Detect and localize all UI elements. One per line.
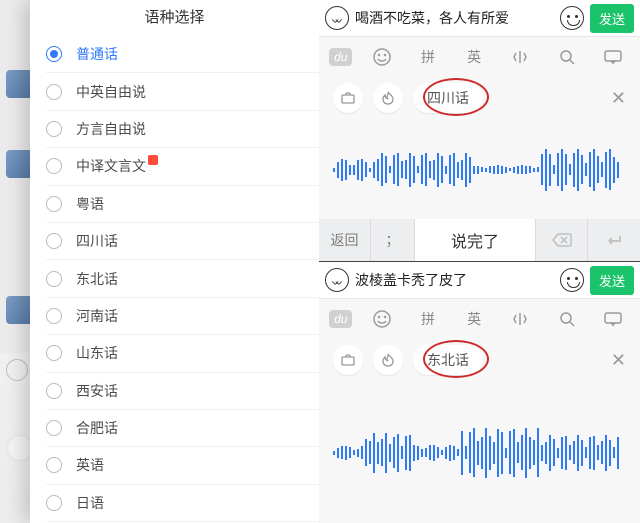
briefcase-chip-icon[interactable]	[333, 83, 363, 113]
radio-icon	[46, 271, 62, 287]
emoji-icon[interactable]	[560, 268, 584, 292]
radio-icon	[46, 495, 62, 511]
language-option-label: 东北话	[76, 269, 118, 289]
cursor-key-icon[interactable]	[503, 309, 537, 329]
language-option[interactable]: 日语	[46, 485, 319, 522]
radio-icon	[46, 308, 62, 324]
backspace-key-icon[interactable]	[536, 219, 588, 261]
new-badge-icon	[148, 155, 158, 165]
radio-icon	[46, 345, 62, 361]
language-option[interactable]: 河南话	[46, 298, 319, 335]
text-input[interactable]: 波棱盖卡秃了皮了	[355, 270, 554, 290]
language-selection-pane: 语种选择 普通话中英自由说方言自由说中译文言文粤语四川话东北话河南话山东话西安话…	[0, 0, 319, 523]
cursor-key-icon[interactable]	[503, 47, 537, 67]
fire-chip-icon[interactable]	[373, 83, 403, 113]
dialect-chip-row: 东北话 ✕	[319, 338, 640, 382]
suggestion-chip	[8, 436, 32, 460]
radio-icon	[46, 420, 62, 436]
language-option-label: 方言自由说	[76, 119, 146, 139]
english-key[interactable]: 英	[457, 47, 491, 67]
language-option-label: 中译文言文	[76, 156, 146, 176]
waveform-icon	[333, 135, 626, 205]
close-icon[interactable]: ✕	[611, 88, 626, 109]
language-option-label: 合肥话	[76, 418, 118, 438]
dialect-tag[interactable]: 东北话	[413, 345, 483, 375]
radio-icon	[46, 383, 62, 399]
language-option-label: 日语	[76, 493, 104, 513]
language-option[interactable]: 西安话	[46, 373, 319, 410]
briefcase-chip-icon[interactable]	[333, 345, 363, 375]
voice-bottom-bar: 返回 ； 说完了	[319, 219, 640, 261]
language-option-label: 山东话	[76, 343, 118, 363]
emoji-icon[interactable]	[560, 6, 584, 30]
text-input[interactable]: 喝酒不吃菜，各人有所爱	[355, 8, 554, 28]
language-option[interactable]: 山东话	[46, 335, 319, 372]
language-option-label: 粤语	[76, 194, 104, 214]
emoji-key-icon[interactable]	[365, 309, 399, 329]
language-option[interactable]: 合肥话	[46, 410, 319, 447]
language-option[interactable]: 方言自由说	[46, 111, 319, 148]
baidu-ime-logo-icon[interactable]: du	[329, 310, 352, 328]
back-button[interactable]: 返回	[319, 219, 371, 261]
language-option[interactable]: 中英自由说	[46, 73, 319, 110]
mic-icon	[6, 359, 28, 381]
search-key-icon[interactable]	[550, 309, 584, 329]
keyboard-switch-icon[interactable]	[596, 311, 630, 327]
send-button[interactable]: 发送	[590, 4, 634, 33]
radio-icon	[46, 196, 62, 212]
radio-icon	[46, 158, 62, 174]
radio-icon	[46, 233, 62, 249]
language-option-label: 西安话	[76, 381, 118, 401]
radio-icon	[46, 46, 62, 62]
language-options-list: 普通话中英自由说方言自由说中译文言文粤语四川话东北话河南话山东话西安话合肥话英语…	[30, 36, 319, 523]
language-option-label: 英语	[76, 455, 104, 475]
keyboard-function-row: du 拼 英	[319, 298, 640, 338]
language-option[interactable]: 英语	[46, 447, 319, 484]
language-option-label: 普通话	[76, 44, 118, 64]
pinyin-key[interactable]: 拼	[411, 47, 445, 67]
search-key-icon[interactable]	[550, 47, 584, 67]
english-key[interactable]: 英	[457, 309, 491, 329]
waveform-icon	[333, 418, 626, 488]
language-option[interactable]: 粤语	[46, 186, 319, 223]
done-speaking-button[interactable]: 说完了	[415, 219, 536, 261]
keyboard-function-row: du 拼 英	[319, 36, 640, 76]
voice-waveform-area	[319, 382, 640, 523]
dialect-chip-row: 四川话 ✕	[319, 76, 640, 120]
voice-waveform-area	[319, 120, 640, 219]
language-option-label: 河南话	[76, 306, 118, 326]
language-option[interactable]: 中译文言文	[46, 148, 319, 185]
send-button[interactable]: 发送	[590, 266, 634, 295]
radio-icon	[46, 121, 62, 137]
keyboard-switch-icon[interactable]	[596, 49, 630, 65]
fire-chip-icon[interactable]	[373, 345, 403, 375]
right-column: 喝酒不吃菜，各人有所爱 发送 du 拼 英 四川话 ✕	[319, 0, 640, 523]
language-option-label: 中英自由说	[76, 82, 146, 102]
language-option-label: 四川话	[76, 231, 118, 251]
voice-panel-sichuan: 喝酒不吃菜，各人有所爱 发送 du 拼 英 四川话 ✕	[319, 0, 640, 261]
voice-panel-dongbei: 波棱盖卡秃了皮了 发送 du 拼 英 东北话 ✕	[319, 261, 640, 523]
radio-icon	[46, 84, 62, 100]
voice-input-icon[interactable]	[325, 268, 349, 292]
voice-input-icon[interactable]	[325, 6, 349, 30]
baidu-ime-logo-icon[interactable]: du	[329, 48, 352, 66]
dialect-tag[interactable]: 四川话	[413, 83, 483, 113]
emoji-key-icon[interactable]	[365, 47, 399, 67]
input-bar: 波棱盖卡秃了皮了 发送	[319, 262, 640, 298]
radio-icon	[46, 457, 62, 473]
language-option[interactable]: 普通话	[46, 36, 319, 73]
language-option[interactable]: 东北话	[46, 260, 319, 297]
sheet-title: 语种选择	[30, 0, 319, 36]
semicolon-key[interactable]: ；	[371, 219, 415, 261]
input-bar: 喝酒不吃菜，各人有所爱 发送	[319, 0, 640, 36]
enter-key-icon[interactable]	[588, 219, 640, 261]
language-sheet: 语种选择 普通话中英自由说方言自由说中译文言文粤语四川话东北话河南话山东话西安话…	[30, 0, 319, 523]
close-icon[interactable]: ✕	[611, 350, 626, 371]
language-option[interactable]: 四川话	[46, 223, 319, 260]
pinyin-key[interactable]: 拼	[411, 309, 445, 329]
